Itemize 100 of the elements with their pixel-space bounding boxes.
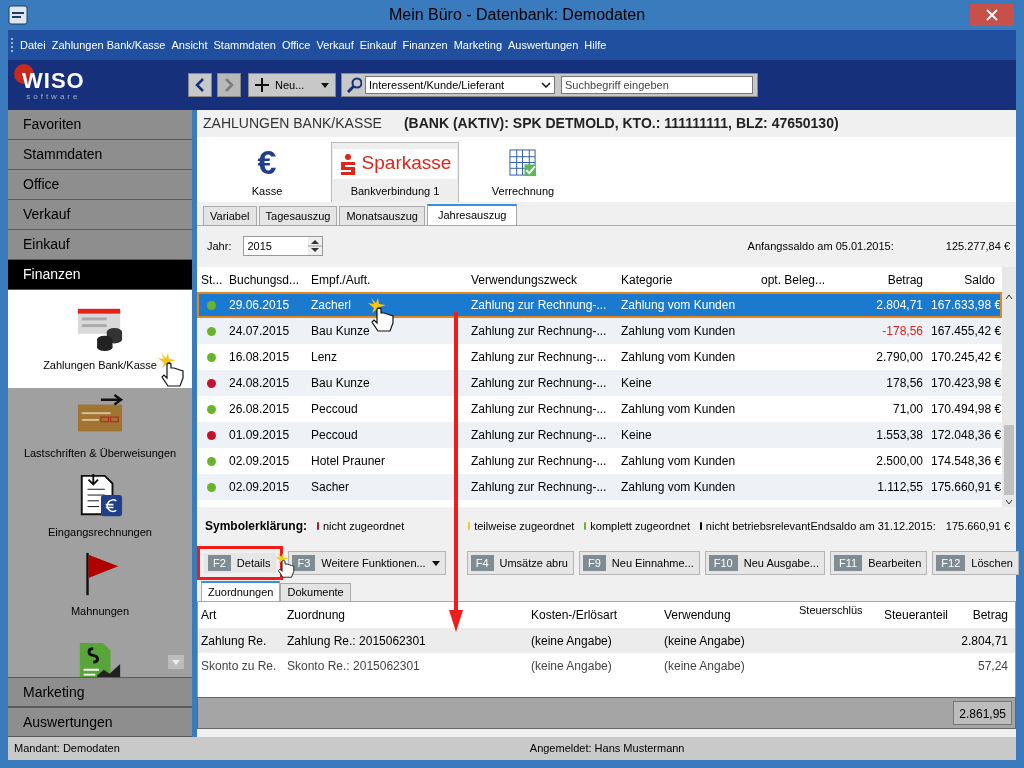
column-header[interactable]: Kosten-/Erlösart [528, 606, 661, 624]
tab[interactable]: Tagesauszug [258, 206, 338, 225]
legend-label: teilweise zugeordnet [474, 518, 575, 534]
table-row[interactable]: 24.08.2015 Bau Kunze Zahlung zur Rechnung-... Keine 178,56 170.423,98 € [197, 370, 1002, 396]
tab[interactable]: Jahresauszug [426, 204, 518, 225]
menu-item[interactable]: Office [281, 36, 311, 54]
close-button[interactable] [970, 4, 1014, 26]
tab[interactable]: Monatsauszug [339, 206, 425, 225]
tab[interactable]: Dokumente [280, 583, 351, 601]
menu-item[interactable]: Finanzen [402, 36, 448, 54]
column-header[interactable]: Empf./Auft. [307, 270, 467, 289]
column-header[interactable]: Steuerschlüs [796, 602, 877, 619]
sidebar-item[interactable]: Lastschriften & Überweisungen [8, 388, 192, 467]
search-field[interactable]: Suchbegriff eingeben [561, 76, 753, 94]
column-header[interactable]: Verwendungszweck [467, 270, 617, 289]
tab[interactable]: Variabel [203, 206, 257, 225]
section-title: ZAHLUNGEN BANK/KASSE [203, 114, 382, 133]
table-row[interactable]: 24.07.2015 Bau Kunze Zahlung zur Rechnung-... Zahlung vom Kunden -178,56 167.455,42 € [197, 318, 1002, 344]
menu-item[interactable]: Datei [20, 36, 46, 54]
tab[interactable]: Zuordnungen [201, 581, 281, 601]
forward-button[interactable] [217, 73, 241, 97]
table-row[interactable]: Zahlung Re. Zahlung Re.: 2015062301 (keine Angabe) (keine Angabe) 2.804,71 [198, 628, 1015, 653]
sidebar-group[interactable]: Verkauf [8, 200, 192, 230]
table-cell: Sacher [311, 480, 350, 494]
function-button[interactable]: F9 Neu Einnahme... [579, 551, 700, 575]
table-cell: 24.08.2015 [229, 376, 290, 390]
table-cell: Zahlung zur Rechnung-... [471, 402, 607, 416]
column-header[interactable]: Art [198, 606, 284, 624]
table-row[interactable]: 02.09.2015 Sacher Zahlung zur Rechnung-... Zahlung vom Kunden 1.112,55 175.660,91 € [197, 474, 1002, 500]
sidebar-group[interactable]: Finanzen [8, 260, 192, 290]
table-cell: Zahlung vom Kunden [621, 454, 736, 468]
column-header[interactable]: Kategorie [617, 270, 757, 289]
menu-item[interactable]: Stammdaten [213, 36, 276, 54]
scope-dropdown[interactable]: Interessent/Kunde/Lieferant [365, 76, 555, 94]
account-title: (BANK (AKTIV): SPK DETMOLD, KTO.: 111111111, BLZ: 47650130) [403, 114, 839, 133]
table-cell: Lenz [311, 350, 338, 364]
menu-item[interactable]: Hilfe [584, 36, 607, 54]
sidebar-group[interactable]: Stammdaten [8, 140, 192, 170]
table-cell: 2.790,00 [876, 350, 923, 364]
table-cell: Zahlung vom Kunden [621, 324, 736, 338]
table-cell: Zahlung vom Kunden [621, 402, 736, 416]
year-label: Jahr: [207, 238, 232, 254]
sidebar-group[interactable]: Favoriten [8, 110, 192, 140]
column-header[interactable]: Steueranteil [877, 606, 951, 624]
table-cell: 170.245,42 € [931, 350, 1002, 364]
table-cell: Zahlung Re.: 2015062301 [287, 633, 426, 648]
table-row[interactable]: 01.09.2015 Peccoud Zahlung zur Rechnung-... Keine 1.553,38 172.048,36 € [197, 422, 1002, 448]
function-button[interactable]: F4 Umsätze abru [466, 551, 574, 575]
function-button[interactable]: F10 Neu Ausgabe... [704, 551, 825, 575]
menu-item[interactable]: Auswertungen [508, 36, 579, 54]
scroll-thumb[interactable] [1004, 425, 1014, 495]
function-button[interactable]: F11 Bearbeiten [830, 551, 928, 575]
column-header[interactable]: Betrag [857, 270, 927, 289]
table-cell: Zahlung zur Rechnung-... [471, 324, 607, 338]
function-button[interactable]: F3 Weitere Funktionen... [288, 551, 446, 575]
function-button[interactable]: F2 Details [197, 546, 284, 580]
column-header[interactable]: Verwendung [661, 606, 796, 624]
sidebar-item[interactable]: Mahnungen [8, 546, 192, 625]
menu-item[interactable]: Ansicht [171, 36, 208, 54]
sidebar-group[interactable]: Einkauf [8, 230, 192, 260]
column-header[interactable]: Betrag [951, 606, 1011, 624]
table-cell: Zahlung Re. [201, 633, 267, 648]
sidebar-group[interactable]: Office [8, 170, 192, 200]
column-header[interactable]: Zuordnung [284, 606, 528, 624]
account-tab[interactable]: Verrechnung [459, 142, 587, 202]
menu-item[interactable]: Marketing [453, 36, 502, 54]
menu-item[interactable]: Verkauf [316, 36, 354, 54]
table-cell: Zahlung zur Rechnung-... [471, 428, 607, 442]
table-cell: Hotel Prauner [311, 454, 386, 468]
bank-logo: Sparkasse [332, 148, 458, 179]
table-cell: (keine Angabe) [664, 633, 745, 648]
total-field: 2.861,95 [953, 701, 1012, 725]
sidebar-item[interactable]: Zahlungen Bank/Kasse [8, 290, 192, 388]
table-cell: 24.07.2015 [229, 324, 290, 338]
menu-item[interactable]: Zahlungen Bank/Kasse [51, 36, 166, 54]
user-label: Angemeldet: Hans Mustermann [529, 741, 685, 757]
column-header[interactable]: Saldo [927, 270, 999, 289]
table-cell: Zahlung vom Kunden [621, 350, 736, 364]
account-tab[interactable]: Sparkasse Bankverbindung 1 [331, 142, 459, 202]
function-button[interactable]: F12 Löschen [932, 551, 1019, 575]
close-icon [986, 9, 998, 21]
table-cell: Peccoud [311, 428, 358, 442]
sidebar-group[interactable]: Auswertungen [8, 707, 192, 737]
column-header[interactable]: Buchungsd... [225, 270, 307, 289]
scrollbar[interactable] [1002, 267, 1016, 507]
chevron-down-icon [541, 82, 551, 88]
new-button[interactable]: Neu... [248, 73, 336, 97]
app-icon[interactable] [8, 5, 28, 25]
table-cell: Zahlung zur Rechnung-... [471, 376, 607, 390]
table-cell: 57,24 [977, 658, 1008, 673]
menu-item[interactable]: Einkauf [359, 36, 397, 54]
sidebar-item[interactable]: Eingangsrechnungen [8, 467, 192, 546]
year-spinner[interactable]: 2015 [243, 236, 324, 256]
table-cell: 175.660,91 € [931, 480, 1002, 494]
sidebar-group[interactable]: Marketing [8, 677, 192, 707]
column-header[interactable]: St... [197, 270, 225, 289]
column-header[interactable]: opt. Beleg... [757, 270, 857, 289]
back-button[interactable] [188, 73, 212, 97]
account-tab[interactable]: € Kasse [203, 142, 331, 202]
table-cell: Bau Kunze [311, 376, 370, 390]
